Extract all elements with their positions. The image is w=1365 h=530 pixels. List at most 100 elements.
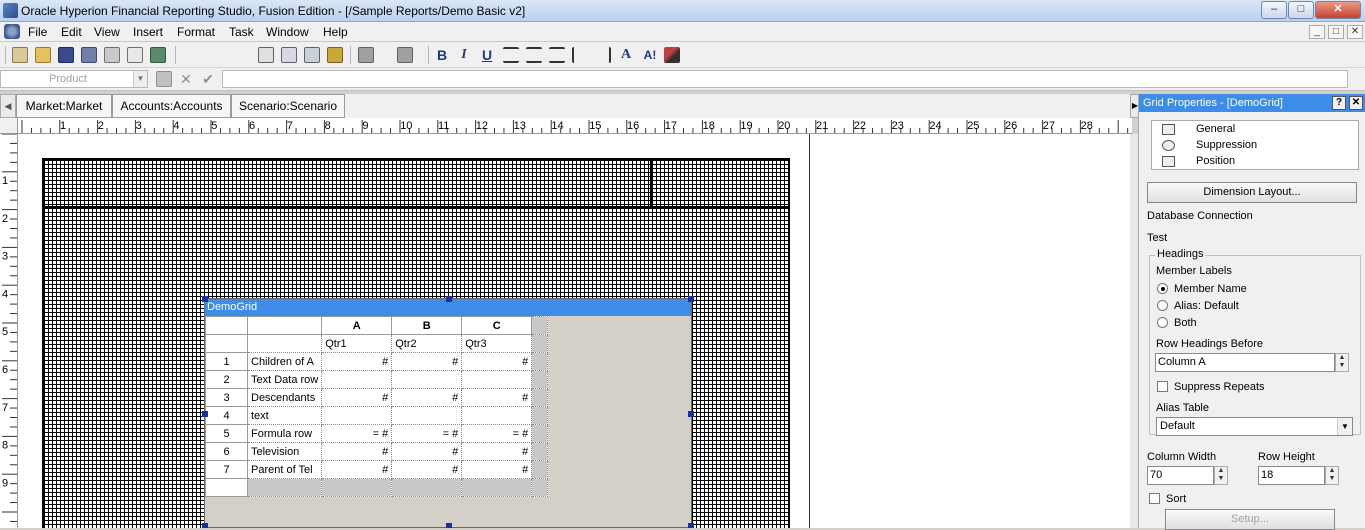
align-right-icon[interactable] [549,47,565,63]
grid-cell[interactable] [321,370,393,389]
insert-chart-icon[interactable] [327,47,343,63]
menu-window[interactable]: Window [266,25,309,39]
tree-item-suppression[interactable]: Suppression [1196,139,1257,151]
resize-handle[interactable] [202,296,208,302]
insert-column-icon[interactable] [397,47,413,63]
column-member-qtr1[interactable]: Qtr1 [321,334,393,353]
font-increase-button[interactable]: A [618,47,634,63]
pov-scroll-left-icon[interactable]: ◀ [0,94,16,118]
column-width-stepper[interactable]: ▲ ▼ [1214,466,1228,485]
mdi-close-button[interactable]: ✕ [1347,25,1363,39]
accept-icon[interactable]: ✔ [200,71,216,87]
row-label[interactable]: text [246,406,323,425]
tree-item-position[interactable]: Position [1196,155,1235,167]
grid-header-cell[interactable] [246,316,323,335]
row-label[interactable]: Descendants [246,388,323,407]
row-height-input[interactable]: 18 [1258,466,1325,485]
row-label[interactable]: Text Data row [246,370,323,389]
grid-cell[interactable]: # [391,460,463,479]
member-select-icon[interactable] [156,71,172,87]
panel-close-button[interactable]: ✕ [1349,96,1363,110]
column-member-qtr3[interactable]: Qtr3 [461,334,533,353]
pov-tab-market[interactable]: Market:Market [16,94,112,118]
grid-cell[interactable]: = # [461,424,533,443]
grid-cell[interactable]: # [391,442,463,461]
row-number[interactable]: 5 [205,424,248,443]
outdent-icon[interactable] [595,47,611,63]
report-canvas[interactable]: DemoGrid A B C Qtr1 Qtr2 Qtr3 1 Children… [18,134,1130,528]
alias-table-select[interactable]: Default ▼ [1156,417,1353,436]
row-height-stepper[interactable]: ▲ ▼ [1325,466,1339,485]
insert-text-icon[interactable] [281,47,297,63]
resize-handle[interactable] [688,411,694,417]
column-header-b[interactable]: B [391,316,463,335]
grid-cell[interactable]: # [321,388,393,407]
row-label[interactable]: Formula row [246,424,323,443]
row-headings-before-input[interactable]: Column A [1155,353,1335,372]
cancel-icon[interactable]: ✕ [178,71,194,87]
row-label[interactable]: Parent of Tel [246,460,323,479]
formula-input[interactable] [222,70,1348,88]
dimension-select[interactable]: Product ▼ [0,70,148,88]
print-preview-icon[interactable] [127,47,143,63]
row-number[interactable]: 6 [205,442,248,461]
grid-cell[interactable] [461,406,533,425]
mdi-restore-button[interactable]: □ [1328,25,1344,39]
menu-format[interactable]: Format [177,25,215,39]
menu-task[interactable]: Task [229,25,254,39]
row-number[interactable]: 3 [205,388,248,407]
radio-both[interactable] [1157,317,1168,328]
canvas-scrollbar[interactable] [1130,134,1138,528]
bold-button[interactable]: B [434,47,450,63]
row-number[interactable]: 4 [205,406,248,425]
column-member-qtr2[interactable]: Qtr2 [391,334,463,353]
underline-button[interactable]: U [479,47,495,63]
format-painter-icon[interactable] [664,47,680,63]
help-button[interactable]: ? [1332,96,1346,110]
resize-handle[interactable] [688,523,694,528]
open-folder-icon[interactable] [35,47,51,63]
save-as-icon[interactable] [81,47,97,63]
grid-cell[interactable] [321,406,393,425]
menu-edit[interactable]: Edit [61,25,82,39]
row-headings-stepper[interactable]: ▲ ▼ [1335,353,1349,372]
row-label[interactable]: Children of A [246,352,323,371]
menu-file[interactable]: File [28,25,47,39]
maximize-button[interactable]: □ [1288,1,1314,19]
setup-button[interactable]: Setup... [1165,509,1335,530]
web-preview-icon[interactable] [150,47,166,63]
grid-cell[interactable]: # [321,460,393,479]
chevron-down-icon[interactable]: ▼ [1337,418,1352,435]
grid-cell[interactable]: # [321,352,393,371]
menu-help[interactable]: Help [323,25,348,39]
resize-handle[interactable] [446,296,452,302]
resize-handle[interactable] [688,296,694,302]
grid-cell[interactable]: # [391,352,463,371]
radio-alias-default[interactable] [1157,300,1168,311]
minimize-button[interactable]: – [1261,1,1287,19]
mdi-minimize-button[interactable]: _ [1309,25,1325,39]
grid-cell[interactable]: # [461,460,533,479]
resize-handle[interactable] [202,523,208,528]
menu-view[interactable]: View [94,25,120,39]
indent-icon[interactable] [572,47,588,63]
radio-member-name[interactable] [1157,283,1168,294]
grid-cell[interactable]: # [391,388,463,407]
align-center-icon[interactable] [526,47,542,63]
row-number[interactable]: 1 [205,352,248,371]
menu-insert[interactable]: Insert [133,25,163,39]
document-icon[interactable] [4,24,20,39]
grid-cell[interactable]: # [321,442,393,461]
sort-checkbox[interactable] [1149,493,1160,504]
resize-handle[interactable] [446,523,452,528]
resize-handle[interactable] [202,411,208,417]
new-report-icon[interactable] [12,47,28,63]
row-label[interactable]: Television [246,442,323,461]
column-header-c[interactable]: C [461,316,533,335]
demo-grid[interactable]: DemoGrid A B C Qtr1 Qtr2 Qtr3 1 Children… [202,296,694,528]
row-number[interactable]: 2 [205,370,248,389]
grid-cell[interactable] [391,406,463,425]
grid-cell[interactable]: # [461,388,533,407]
row-number[interactable]: 7 [205,460,248,479]
pov-tab-scenario[interactable]: Scenario:Scenario [231,94,345,118]
